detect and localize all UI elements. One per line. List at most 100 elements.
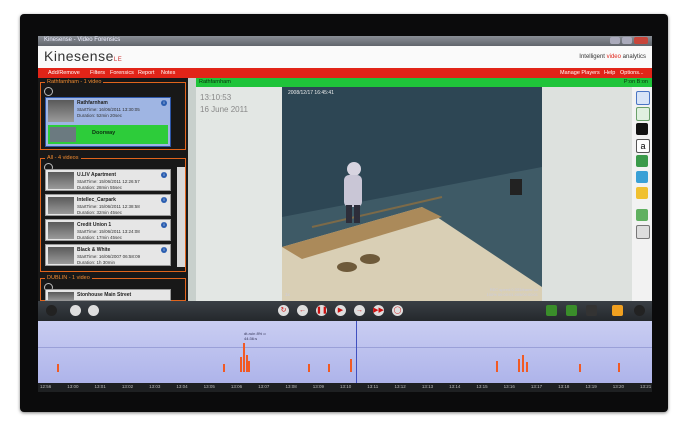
video-item[interactable]: Credit Union 1 StartTime: 15/06/2011 13:… xyxy=(45,219,171,241)
export-clip-icon[interactable] xyxy=(566,305,577,316)
activity-event[interactable] xyxy=(526,362,528,372)
activity-event[interactable] xyxy=(496,361,498,372)
menu-help[interactable]: Help xyxy=(604,70,615,76)
sub-item-doorway[interactable]: Doorway xyxy=(48,125,168,144)
video-thumbnail xyxy=(48,292,74,301)
close-button[interactable] xyxy=(634,37,648,44)
scrollbar[interactable] xyxy=(177,167,185,267)
window-title: Kinesense - Video Forensics xyxy=(44,37,121,43)
activity-event[interactable] xyxy=(579,364,581,372)
black-white-icon[interactable] xyxy=(636,123,648,135)
image-export-icon[interactable] xyxy=(636,171,648,183)
timeline-tick-label: 13:00 xyxy=(67,384,79,389)
activity-event[interactable] xyxy=(248,361,250,372)
video-list-panel: Rathfarnham - 1 video Rathfarnham StartT… xyxy=(38,78,188,301)
timeline-tick-label: 13:19 xyxy=(585,384,597,389)
video-group: Rathfarnham - 1 video Rathfarnham StartT… xyxy=(40,79,186,150)
activity-event[interactable] xyxy=(522,355,524,372)
info-icon[interactable]: i xyxy=(161,172,167,178)
step-back-icon[interactable]: ← xyxy=(297,305,308,316)
video-frame xyxy=(282,87,542,301)
maximize-button[interactable] xyxy=(622,37,632,44)
step-forward-icon[interactable]: → xyxy=(354,305,365,316)
activity-event[interactable] xyxy=(328,364,330,372)
app-window: Kinesense - Video Forensics KinesenseLE … xyxy=(38,36,652,392)
folder-icon[interactable] xyxy=(636,187,648,199)
group-title: Rathfarnham - 1 video xyxy=(45,79,104,85)
cursor-icon[interactable] xyxy=(636,225,650,239)
window-titlebar: Kinesense - Video Forensics xyxy=(38,36,652,46)
activity-event[interactable] xyxy=(618,363,620,372)
collapse-icon[interactable] xyxy=(44,87,53,96)
timeline-tick-label: 13:01 xyxy=(94,384,106,389)
video-item[interactable]: Black & White StartTime: 16/06/2007 06:5… xyxy=(45,244,171,266)
export-icon[interactable] xyxy=(636,155,648,167)
video-start: StartTime: 16/06/2007 06:58:09 xyxy=(77,254,141,259)
camera-status: P:on B:on xyxy=(624,79,648,85)
video-item[interactable]: Stonhouse Main Street xyxy=(45,289,171,301)
playhead[interactable] xyxy=(356,321,357,383)
pipette-icon[interactable] xyxy=(636,107,650,121)
tagline: Intelligent video analytics xyxy=(579,54,646,60)
group-title: All - 4 videos xyxy=(45,155,81,161)
video-item[interactable]: U.LIV Apartment StartTime: 15/06/2011 12… xyxy=(45,169,171,191)
activity-event[interactable] xyxy=(240,357,242,372)
timeline-tick-label: 13:08 xyxy=(285,384,297,389)
loop-icon[interactable]: ↻ xyxy=(278,305,289,316)
activity-event[interactable] xyxy=(350,359,352,372)
text-annotation-icon[interactable]: a xyxy=(636,139,650,153)
film-icon[interactable] xyxy=(586,305,597,316)
transport-bar: ↻ ← ❚❚ ▶ → ▶▶ ◯ xyxy=(38,301,652,321)
info-icon[interactable]: i xyxy=(161,197,167,203)
info-icon[interactable]: i xyxy=(161,222,167,228)
timeline-tick-label: 13:09 xyxy=(312,384,324,389)
menu-forensics[interactable]: Forensics xyxy=(110,70,134,76)
report-icon[interactable] xyxy=(636,209,648,221)
video-name: Credit Union 1 xyxy=(77,222,112,228)
menu-options[interactable]: Options... xyxy=(620,70,644,76)
video-item[interactable]: Intellec_Carpark StartTime: 15/06/2011 1… xyxy=(45,194,171,216)
activity-event[interactable] xyxy=(308,364,310,372)
menu-add-remove[interactable]: Add/Remove xyxy=(48,70,80,76)
video-group: DUBLIN - 1 video Stonhouse Main Street xyxy=(40,275,186,301)
activity-event[interactable] xyxy=(518,359,520,372)
panel-toggle[interactable] xyxy=(188,78,196,301)
menu-report[interactable]: Report xyxy=(138,70,155,76)
menu-notes[interactable]: Notes xyxy=(161,70,175,76)
video-item-rathfarnham[interactable]: Rathfarnham StartTime: 16/06/2011 13:30:… xyxy=(45,97,171,147)
activity-event[interactable] xyxy=(243,343,245,372)
video-name: Stonhouse Main Street xyxy=(77,292,132,298)
timeline-tick-label: 13:12 xyxy=(394,384,406,389)
minimize-button[interactable] xyxy=(610,37,620,44)
pause-icon[interactable]: ❚❚ xyxy=(316,305,328,316)
video-duration: Duration: 28min 55sec xyxy=(77,185,123,190)
play-icon[interactable]: ▶ xyxy=(335,305,346,316)
info-icon[interactable]: i xyxy=(161,100,167,106)
timeline-tick-label: 13:18 xyxy=(558,384,570,389)
record-dot-icon[interactable] xyxy=(634,305,645,316)
activity-event[interactable] xyxy=(57,364,59,372)
activity-timeline[interactable]: dt-ruin 8% o 44:36:s xyxy=(38,321,652,383)
timeline-tick-label: 13:20 xyxy=(612,384,624,389)
video-start: StartTime: 15/06/2011 12:26:57 xyxy=(77,179,140,184)
timeline-tick-label: 13:11 xyxy=(367,384,379,389)
menu-manage-players[interactable]: Manage Players xyxy=(560,70,600,76)
group-title: DUBLIN - 1 video xyxy=(45,275,92,281)
video-thumbnail xyxy=(48,247,74,264)
app-logo: KinesenseLE xyxy=(44,48,122,64)
fast-forward-icon[interactable]: ▶▶ xyxy=(373,305,384,316)
zoom-in-icon[interactable] xyxy=(636,91,650,105)
video-player[interactable]: 2008/12/17 16:45:41 1x REC speed:0.333/f… xyxy=(282,87,542,301)
monitor-frame: Kinesense - Video Forensics KinesenseLE … xyxy=(20,14,668,412)
activity-event[interactable] xyxy=(223,364,225,372)
bookmark-icon[interactable] xyxy=(546,305,557,316)
current-date: 16 June 2011 xyxy=(200,105,248,114)
menu-filters[interactable]: Filters xyxy=(90,70,105,76)
folder-open-icon[interactable] xyxy=(612,305,623,316)
timeline-tick-label: 13:14 xyxy=(449,384,461,389)
speed-icon[interactable]: ◯ xyxy=(392,305,403,316)
record-dot-icon[interactable] xyxy=(46,305,57,316)
info-icon[interactable]: i xyxy=(161,247,167,253)
zoom-out-timeline-icon[interactable] xyxy=(88,305,99,316)
zoom-in-timeline-icon[interactable] xyxy=(70,305,81,316)
